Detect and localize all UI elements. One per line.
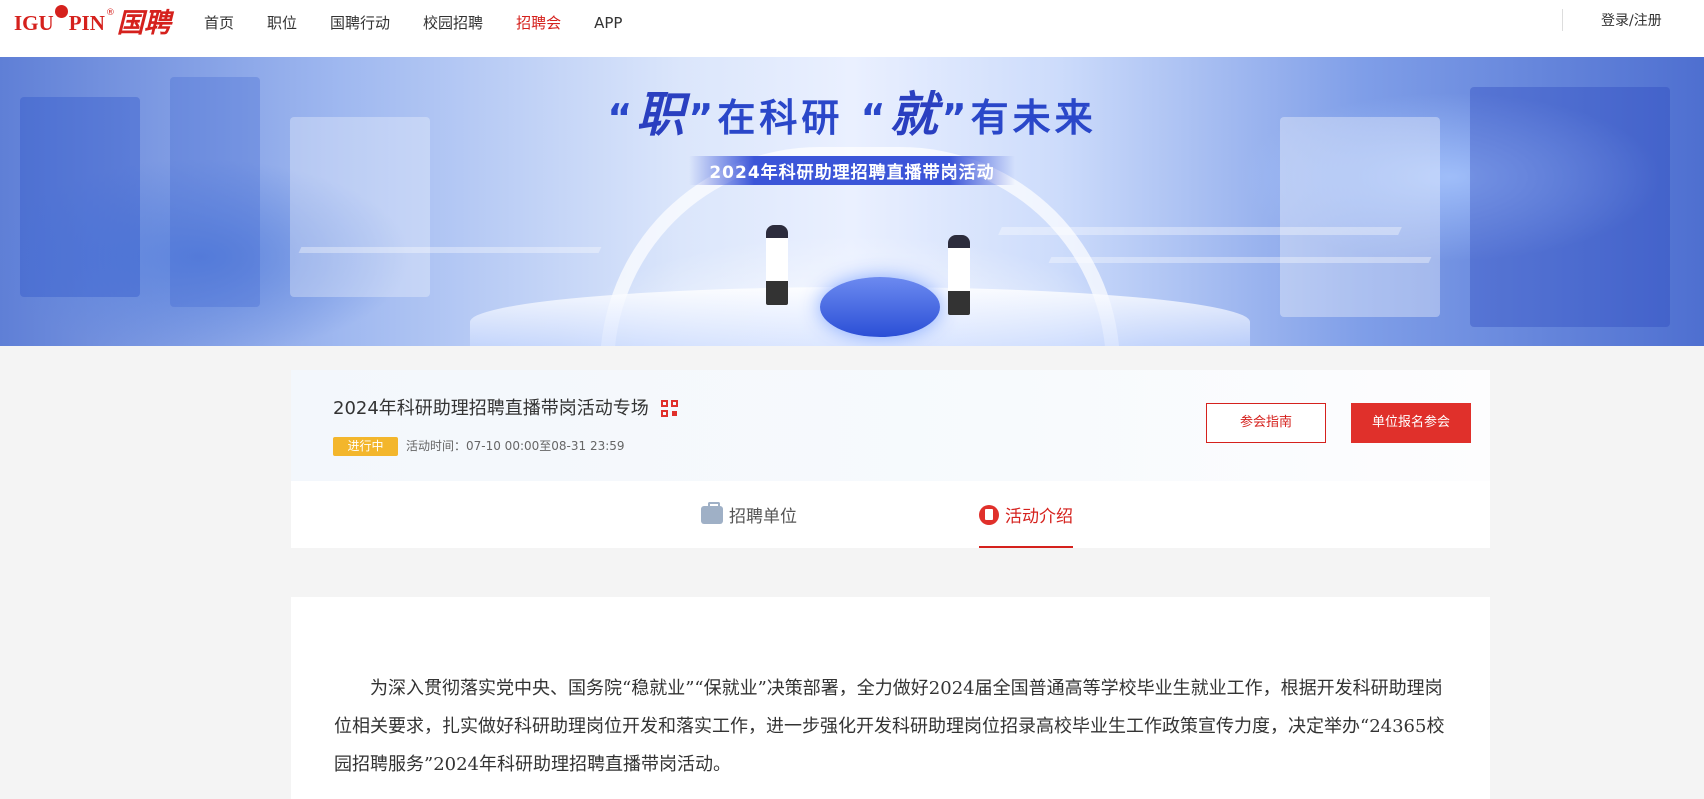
nav-campus[interactable]: 校园招聘 [423,12,483,34]
main-nav: 首页 职位 国聘行动 校园招聘 招聘会 APP [204,12,655,34]
briefcase-icon [701,501,723,524]
event-title: 2024年科研助理招聘直播带岗活动专场 [333,398,649,419]
banner-platform [820,277,940,337]
tab-event-intro-label: 活动介绍 [1005,507,1073,527]
banner-researcher-figure [766,225,788,305]
nav-job-fair[interactable]: 招聘会 [516,12,561,34]
event-time: 活动时间：07-10 00:00至08-31 23:59 [406,439,625,453]
slogan-headline: “职”在科研 “就”有未来 [0,85,1704,148]
slogan-end: 有未来 [970,96,1097,140]
status-badge: 进行中 [333,437,398,456]
slogan-quote: ” [688,96,718,140]
slogan-quote: “ [860,96,890,140]
banner-light-streak [298,247,602,253]
logo-dot-icon [54,5,68,18]
event-info-card: 2024年科研助理招聘直播带岗活动专场 进行中 活动时间：07-10 00:00… [291,370,1490,481]
qr-code-icon[interactable] [660,400,679,418]
company-signup-button[interactable]: 单位报名参会 [1351,403,1471,443]
slogan-zhi: 职 [636,87,689,143]
attendance-guide-button[interactable]: 参会指南 [1206,403,1326,443]
header-divider [1562,9,1563,31]
banner-slogan: “职”在科研 “就”有未来 2024年科研助理招聘直播带岗活动 [0,85,1704,185]
slogan-jiu: 就 [889,87,942,143]
logo-text: IGU [14,11,54,35]
banner-light-streak [1048,257,1432,263]
banner-researcher-figure [948,235,970,315]
logo-registered-mark: ® [105,8,115,18]
nav-guopin-action[interactable]: 国聘行动 [330,12,390,34]
nav-home[interactable]: 首页 [204,12,234,34]
event-title-row: 2024年科研助理招聘直播带岗活动专场 [333,396,679,422]
tab-recruiting-units-label: 招聘单位 [729,507,797,527]
tab-event-intro[interactable]: 活动介绍 [979,481,1073,548]
slogan-quote: “ [607,96,637,140]
slogan-mid: 在科研 [717,96,844,140]
iguopin-logo[interactable]: IGU PIN ® 国聘 [14,5,171,40]
event-tabs: 招聘单位 活动介绍 [291,481,1490,548]
top-header: IGU PIN ® 国聘 首页 职位 国聘行动 校园招聘 招聘会 APP 登录/… [0,0,1704,57]
nav-jobs[interactable]: 职位 [267,12,297,34]
hero-banner: “职”在科研 “就”有未来 2024年科研助理招聘直播带岗活动 [0,57,1704,346]
tab-recruiting-units[interactable]: 招聘单位 [701,481,797,548]
logo-text-2: PIN [68,11,105,35]
nav-app[interactable]: APP [594,12,622,34]
event-intro-content: 为深入贯彻落实党中央、国务院“稳就业”“保就业”决策部署，全力做好2024届全国… [291,597,1490,799]
slogan-quote: ” [941,96,971,140]
banner-subtitle: 2024年科研助理招聘直播带岗活动 [689,156,1015,185]
intro-paragraph: 为深入贯彻落实党中央、国务院“稳就业”“保就业”决策部署，全力做好2024届全国… [334,678,1445,775]
document-icon [979,504,999,525]
login-register-link[interactable]: 登录/注册 [1601,10,1662,32]
logo-chinese: 国聘 [116,8,171,38]
